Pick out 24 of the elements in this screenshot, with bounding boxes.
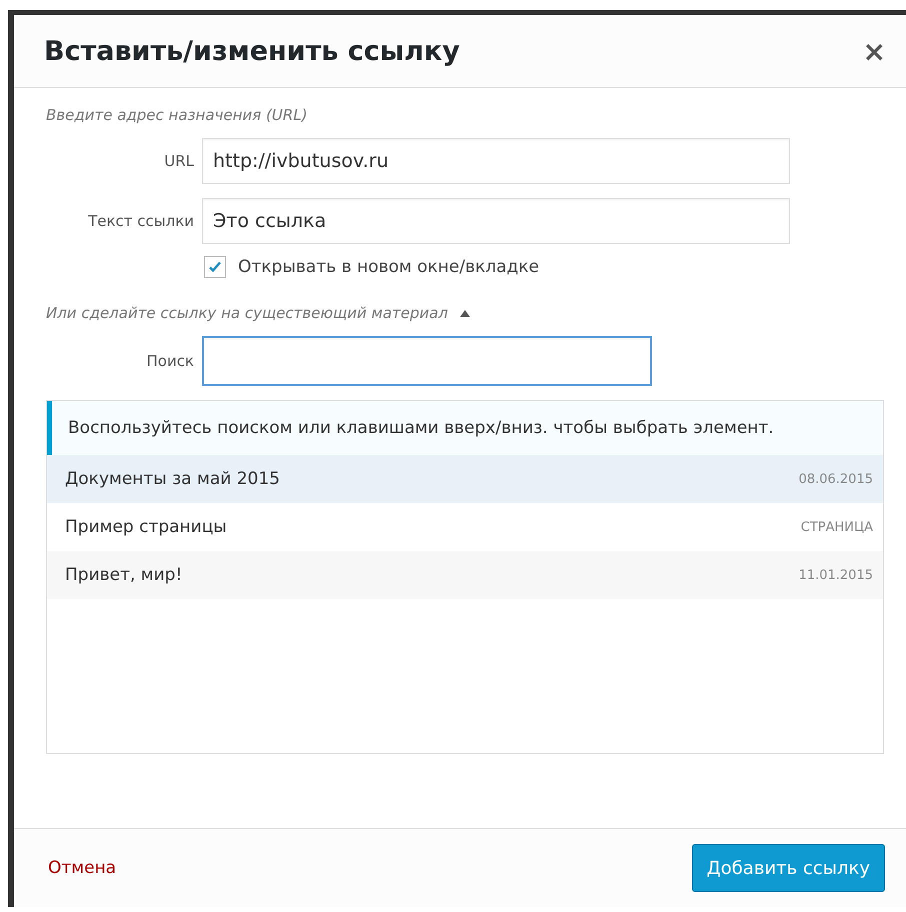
field-label: Поиск [145, 352, 195, 370]
result-title: Пример страницы [65, 517, 227, 537]
search-field[interactable] [202, 336, 652, 386]
result-meta: 11.01.2015 [798, 568, 873, 582]
caret-icon[interactable] [460, 309, 470, 317]
result-title: Документы за май 2015 [65, 469, 280, 489]
field-label: URL [163, 152, 195, 170]
result-item[interactable]: Документы за май 2015 08.06.2015 [47, 455, 883, 503]
checkbox[interactable] [204, 256, 226, 278]
result-title: Привет, мир! [65, 565, 182, 585]
dialog-title: Вставить/изменить ссылку [44, 36, 460, 66]
checkmark-icon [207, 259, 223, 275]
input-field[interactable]: http://ivbutusov.ru [202, 138, 790, 184]
section-toggle[interactable]: Или сделайте ссылку на существеющий материал [46, 304, 448, 322]
result-meta: СТРАНИЦА [800, 520, 873, 534]
hint-text: Воспользуйтесь поиском или клавишами вверх/вниз. чтобы выбрать элемент. [47, 401, 883, 455]
result-item[interactable]: Привет, мир! 11.01.2015 [47, 551, 883, 599]
close-button[interactable]: × [856, 34, 892, 68]
cancel-link[interactable]: Отмена [48, 858, 116, 878]
section-heading: Введите адрес назначения (URL) [46, 106, 308, 124]
field-label: Текст ссылки [87, 212, 195, 230]
result-meta: 08.06.2015 [798, 472, 873, 486]
checkbox-label: Открывать в новом окне/вкладке [238, 257, 540, 277]
input-field[interactable]: Это ссылка [202, 198, 790, 244]
